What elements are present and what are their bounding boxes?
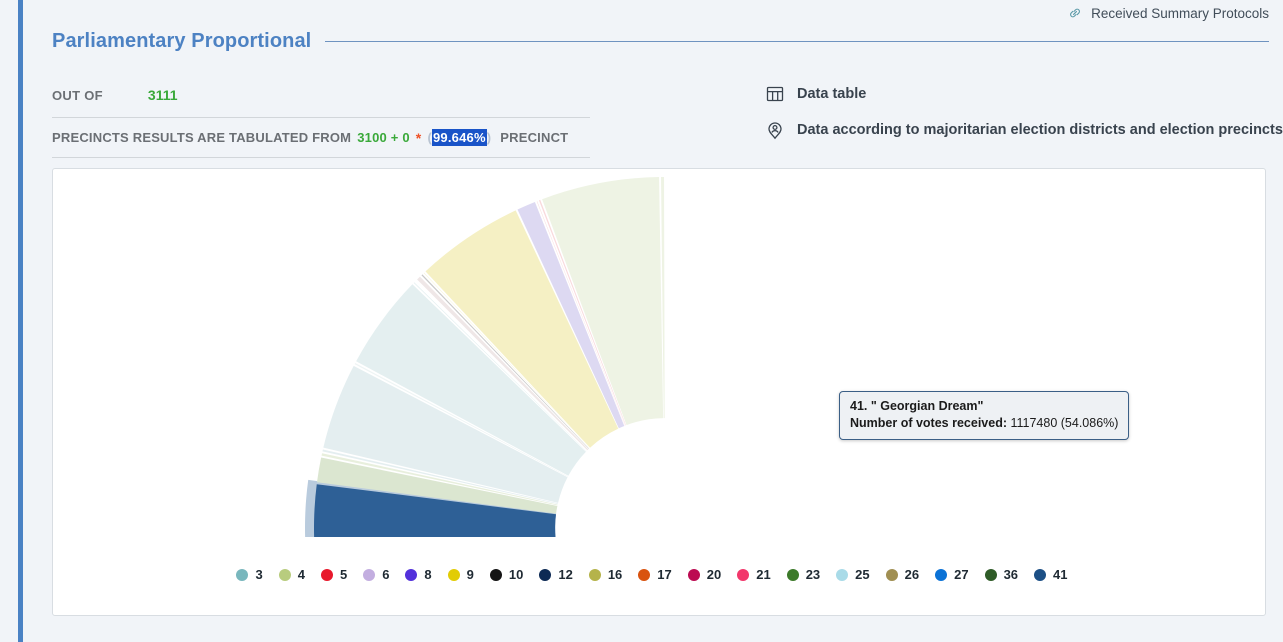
stats-divider-bottom <box>52 157 590 158</box>
chart-legend: 3 4 5 6 8 9 10 12 16 17 20 21 23 25 26 27 36 41 <box>53 567 1267 582</box>
legend-item-41[interactable]: 41 <box>1034 567 1068 582</box>
legend-label: 20 <box>706 567 722 582</box>
legend-swatch-icon <box>885 568 898 581</box>
tooltip-title: 41. " Georgian Dream" <box>850 399 984 413</box>
legend-item-20[interactable]: 20 <box>687 567 722 582</box>
legend-item-26[interactable]: 26 <box>885 567 920 582</box>
legend-label: 17 <box>657 567 672 582</box>
legend-swatch-icon <box>1034 568 1047 581</box>
menu-item-majoritarian-districts-label: Data according to majoritarian election … <box>797 122 1283 138</box>
legend-label: 10 <box>508 567 524 582</box>
legend-label: 9 <box>466 567 474 582</box>
legend-swatch-icon <box>984 568 997 581</box>
legend-item-16[interactable]: 16 <box>588 567 623 582</box>
chain-link-icon <box>1067 5 1083 21</box>
menu-item-data-table[interactable]: Data table <box>765 84 1283 104</box>
page-title: Parliamentary Proportional <box>52 29 312 52</box>
received-summary-protocols-link[interactable]: Received Summary Protocols <box>1067 5 1269 21</box>
legend-item-27[interactable]: 27 <box>935 567 969 582</box>
precincts-counted-value: 3100 + 0 <box>357 130 410 145</box>
legend-label: 8 <box>424 567 432 582</box>
legend-item-5[interactable]: 5 <box>320 567 348 582</box>
legend-swatch-icon <box>539 568 552 581</box>
chart-area: 41. " Georgian Dream" Number of votes re… <box>53 169 1267 537</box>
map-pin-person-icon <box>765 120 785 140</box>
legend-swatch-icon <box>320 568 333 581</box>
page-root: Received Summary Protocols Parliamentary… <box>0 0 1283 642</box>
out-of-stat: OUT OF 3111 <box>52 87 178 103</box>
legend-item-9[interactable]: 9 <box>447 567 474 582</box>
title-divider <box>325 40 1269 42</box>
tooltip-detail: Number of votes received: 1117480 (54.08… <box>850 415 1118 432</box>
legend-item-4[interactable]: 4 <box>278 567 305 582</box>
legend-swatch-icon <box>588 568 601 581</box>
tooltip-detail-value: 1117480 (54.086%) <box>1010 415 1119 430</box>
menu-item-data-table-label: Data table <box>797 86 867 102</box>
legend-swatch-icon <box>687 568 700 581</box>
legend-item-36[interactable]: 36 <box>984 567 1019 582</box>
legend-item-3[interactable]: 3 <box>236 567 263 582</box>
legend-item-10[interactable]: 10 <box>489 567 524 582</box>
paren-close: ) <box>486 130 492 145</box>
menu-item-majoritarian-districts[interactable]: Data according to majoritarian election … <box>765 120 1283 140</box>
legend-item-8[interactable]: 8 <box>405 567 432 582</box>
legend-label: 36 <box>1003 567 1019 582</box>
legend-swatch-icon <box>447 568 460 581</box>
legend-item-12[interactable]: 12 <box>539 567 573 582</box>
precincts-tabulated-stat: PRECINCTS RESULTS ARE TABULATED FROM 310… <box>52 129 568 146</box>
precincts-lead-label: PRECINCTS RESULTS ARE TABULATED FROM <box>52 130 352 145</box>
legend-swatch-icon <box>489 568 502 581</box>
legend-label: 3 <box>255 567 263 582</box>
legend-label: 4 <box>297 567 305 582</box>
legend-label: 41 <box>1053 567 1068 582</box>
precincts-tail-label: PRECINCT <box>500 130 569 145</box>
chart-tooltip: 41. " Georgian Dream" Number of votes re… <box>839 391 1130 440</box>
legend-label: 6 <box>382 567 390 582</box>
legend-swatch-icon <box>278 568 291 581</box>
legend-item-6[interactable]: 6 <box>363 567 389 582</box>
legend-swatch-icon <box>236 568 249 581</box>
legend-label: 12 <box>558 567 573 582</box>
legend-label: 23 <box>805 567 821 582</box>
stats-divider-top <box>52 117 590 118</box>
legend-label: 26 <box>904 567 920 582</box>
legend-swatch-icon <box>405 568 418 581</box>
legend-label: 16 <box>607 567 623 582</box>
left-accent-rail <box>18 0 23 642</box>
legend-item-25[interactable]: 25 <box>836 567 870 582</box>
half-donut-chart[interactable] <box>53 169 1267 537</box>
tooltip-detail-label: Number of votes received <box>850 415 1003 430</box>
legend-swatch-icon <box>737 568 750 581</box>
legend-item-23[interactable]: 23 <box>786 567 821 582</box>
precincts-percent-selected[interactable]: 99.646% <box>431 129 487 146</box>
legend-label: 25 <box>855 567 870 582</box>
legend-swatch-icon <box>363 568 376 581</box>
out-of-label: OUT OF <box>52 88 103 103</box>
legend-swatch-icon <box>786 568 799 581</box>
legend-label: 5 <box>339 567 348 582</box>
out-of-value: 3111 <box>147 87 178 103</box>
table-grid-icon <box>765 84 785 104</box>
received-summary-protocols-label: Received Summary Protocols <box>1091 5 1269 21</box>
asterisk-marker: * <box>415 129 422 146</box>
legend-item-21[interactable]: 21 <box>737 567 771 582</box>
legend-item-17[interactable]: 17 <box>638 567 672 582</box>
legend-label: 27 <box>954 567 969 582</box>
page-title-row: Parliamentary Proportional <box>52 28 1269 54</box>
legend-swatch-icon <box>836 568 849 581</box>
legend-label: 21 <box>756 567 771 582</box>
chart-card: 41. " Georgian Dream" Number of votes re… <box>52 168 1266 616</box>
right-menu: Data table Data according to majoritaria… <box>765 84 1283 140</box>
legend-swatch-icon <box>638 568 651 581</box>
legend-swatch-icon <box>935 568 948 581</box>
